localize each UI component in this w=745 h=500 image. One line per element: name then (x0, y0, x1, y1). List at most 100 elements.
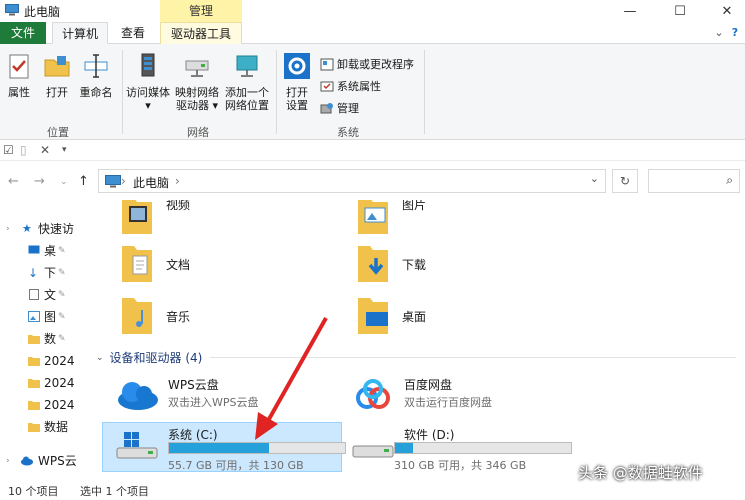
downloads-folder-icon (358, 246, 388, 282)
nav-item-folder[interactable]: 数 ✎ (0, 328, 86, 350)
devices-section-header[interactable]: ⌄ 设备和驱动器 (4) (96, 349, 736, 366)
folder-videos[interactable]: 视频 (102, 200, 342, 244)
manage-button[interactable]: 管理 (320, 100, 359, 116)
manage-context-label[interactable]: 管理 (160, 0, 242, 22)
open-button[interactable]: 打开 (42, 52, 72, 99)
document-icon (29, 289, 39, 300)
nav-item-label: 快速访 (38, 222, 75, 236)
network-group-label: 网络 (187, 126, 209, 139)
nav-item-wps-cloud[interactable]: › WPS云 (0, 450, 86, 472)
tab-view[interactable]: 查看 (112, 22, 154, 44)
navigation-pane: › ★ 快速访 桌 ✎ ↓ 下 ✎ 文 ✎ 图 ✎ 数 ✎ 2024 2024 … (0, 200, 86, 480)
music-folder-icon (122, 298, 152, 334)
tab-computer[interactable]: 计算机 (52, 22, 108, 44)
open-label: 打开 (46, 86, 68, 99)
nav-item-downloads[interactable]: ↓ 下 ✎ (0, 262, 86, 284)
customize-qat-icon[interactable]: ▾ (62, 145, 67, 155)
nav-item-label: 下 (44, 266, 57, 280)
pin-icon: ✎ (58, 290, 66, 300)
expand-chevron-icon[interactable]: › (6, 218, 10, 240)
collapse-chevron-icon[interactable]: ⌄ (96, 353, 104, 363)
breadcrumb-separator: › (121, 174, 126, 188)
recent-locations-icon[interactable]: ⌄ (60, 177, 68, 187)
tab-drive-tools[interactable]: 驱动器工具 (160, 22, 242, 44)
up-icon[interactable]: ↑ (78, 174, 89, 189)
folder-documents[interactable]: 文档 (102, 242, 342, 292)
address-dropdown-icon[interactable]: ⌄ (590, 172, 599, 185)
device-name: 百度网盘 (404, 378, 453, 392)
rename-button[interactable]: 重命名 (78, 52, 114, 99)
nav-item-quick-access[interactable]: › ★ 快速访 (0, 218, 86, 240)
minimize-button[interactable]: — (607, 0, 653, 22)
drive-c-usage-fill (169, 443, 270, 453)
folder-icon (28, 357, 40, 366)
expand-chevron-icon[interactable]: › (6, 450, 10, 472)
collapse-ribbon-icon[interactable]: ⌄ (712, 26, 726, 40)
pin-icon: ✎ (58, 334, 66, 344)
nav-item-documents[interactable]: 文 ✎ (0, 284, 86, 306)
system-group-label: 系统 (337, 126, 359, 139)
nav-item-label: 数据 (44, 420, 69, 434)
nav-item-folder[interactable]: 2024 (0, 372, 86, 394)
map-network-drive-button[interactable]: 映射网络 驱动器 ▾ (174, 52, 220, 112)
folder-label: 文档 (166, 258, 191, 272)
system-properties-button[interactable]: 系统属性 (320, 78, 381, 94)
add-network-location-label2: 网络位置 (225, 99, 269, 112)
section-divider (210, 357, 736, 358)
nav-item-folder[interactable]: 2024 (0, 394, 86, 416)
open-settings-button[interactable]: 打开 设置 (280, 52, 314, 112)
new-folder-quick-icon[interactable]: ▯ (20, 143, 27, 157)
folder-pictures[interactable]: 图片 (338, 200, 578, 244)
breadcrumb-separator[interactable]: › (175, 174, 180, 188)
drive-d-usage-fill (395, 443, 414, 453)
ribbon-separator (122, 50, 123, 134)
forward-icon[interactable]: → (34, 174, 45, 189)
refresh-button[interactable]: ↻ (612, 169, 638, 193)
drive-icon (352, 445, 394, 458)
drive-d-usage-bar (394, 442, 572, 454)
nav-item-label: 2024 (44, 376, 75, 390)
properties-button[interactable]: 属性 (4, 52, 34, 99)
nav-item-label: 2024 (44, 398, 75, 412)
nav-item-folder[interactable]: 数据 (0, 416, 86, 438)
device-wps-cloud[interactable]: WPS云盘 双击进入WPS云盘 (102, 374, 342, 420)
map-network-drive-label2: 驱动器 ▾ (175, 99, 219, 112)
pin-icon: ✎ (58, 312, 66, 322)
folder-downloads[interactable]: 下载 (338, 242, 578, 292)
folder-desktop[interactable]: 桌面 (338, 294, 578, 344)
back-icon[interactable]: ← (8, 174, 19, 189)
device-name: 系统 (C:) (168, 428, 218, 442)
device-drive-c[interactable]: 系统 (C:) 55.7 GB 可用，共 130 GB (102, 424, 346, 472)
pin-icon: ✎ (58, 246, 66, 256)
window-title: 此电脑 (24, 5, 61, 19)
search-icon: ⌕ (726, 173, 733, 187)
network-drive-icon (185, 60, 209, 77)
device-drive-d[interactable]: 软件 (D:) 310 GB 可用，共 346 GB (338, 424, 578, 472)
nav-item-desktop[interactable]: 桌 ✎ (0, 240, 86, 262)
add-network-location-button[interactable]: 添加一个 网络位置 (222, 52, 272, 112)
properties-quick-icon[interactable]: ☑ (3, 143, 14, 157)
folder-music[interactable]: 音乐 (102, 294, 342, 344)
access-media-button[interactable]: 访问媒体 ▾ (124, 52, 172, 112)
help-icon[interactable]: ? (728, 26, 742, 40)
device-subtitle: 55.7 GB 可用，共 130 GB (168, 459, 304, 472)
nav-item-folder[interactable]: 2024 (0, 350, 86, 372)
tab-file[interactable]: 文件 (0, 22, 46, 44)
address-bar[interactable]: › 此电脑 › ⌄ (98, 169, 606, 193)
search-input[interactable]: ⌕ (648, 169, 740, 193)
breadcrumb-this-pc[interactable]: 此电脑 (133, 174, 169, 191)
close-button[interactable]: ✕ (704, 0, 745, 22)
delete-quick-icon[interactable]: ✕ (40, 143, 50, 157)
uninstall-button[interactable]: 卸载或更改程序 (320, 56, 414, 72)
device-baidu-netdisk[interactable]: 百度网盘 双击运行百度网盘 (338, 374, 578, 420)
nav-item-pictures[interactable]: 图 ✎ (0, 306, 86, 328)
title-bar: 此电脑 管理 — ☐ ✕ (0, 0, 745, 22)
nav-item-label: 文 (44, 288, 57, 302)
nav-item-label: 图 (44, 310, 57, 324)
star-icon: ★ (22, 222, 32, 235)
maximize-button[interactable]: ☐ (657, 0, 703, 22)
selected-count: 选中 1 个项目 (80, 485, 149, 498)
folder-icon (28, 401, 40, 410)
baidu-netdisk-icon (356, 379, 390, 409)
nav-item-label: WPS云 (38, 454, 77, 468)
